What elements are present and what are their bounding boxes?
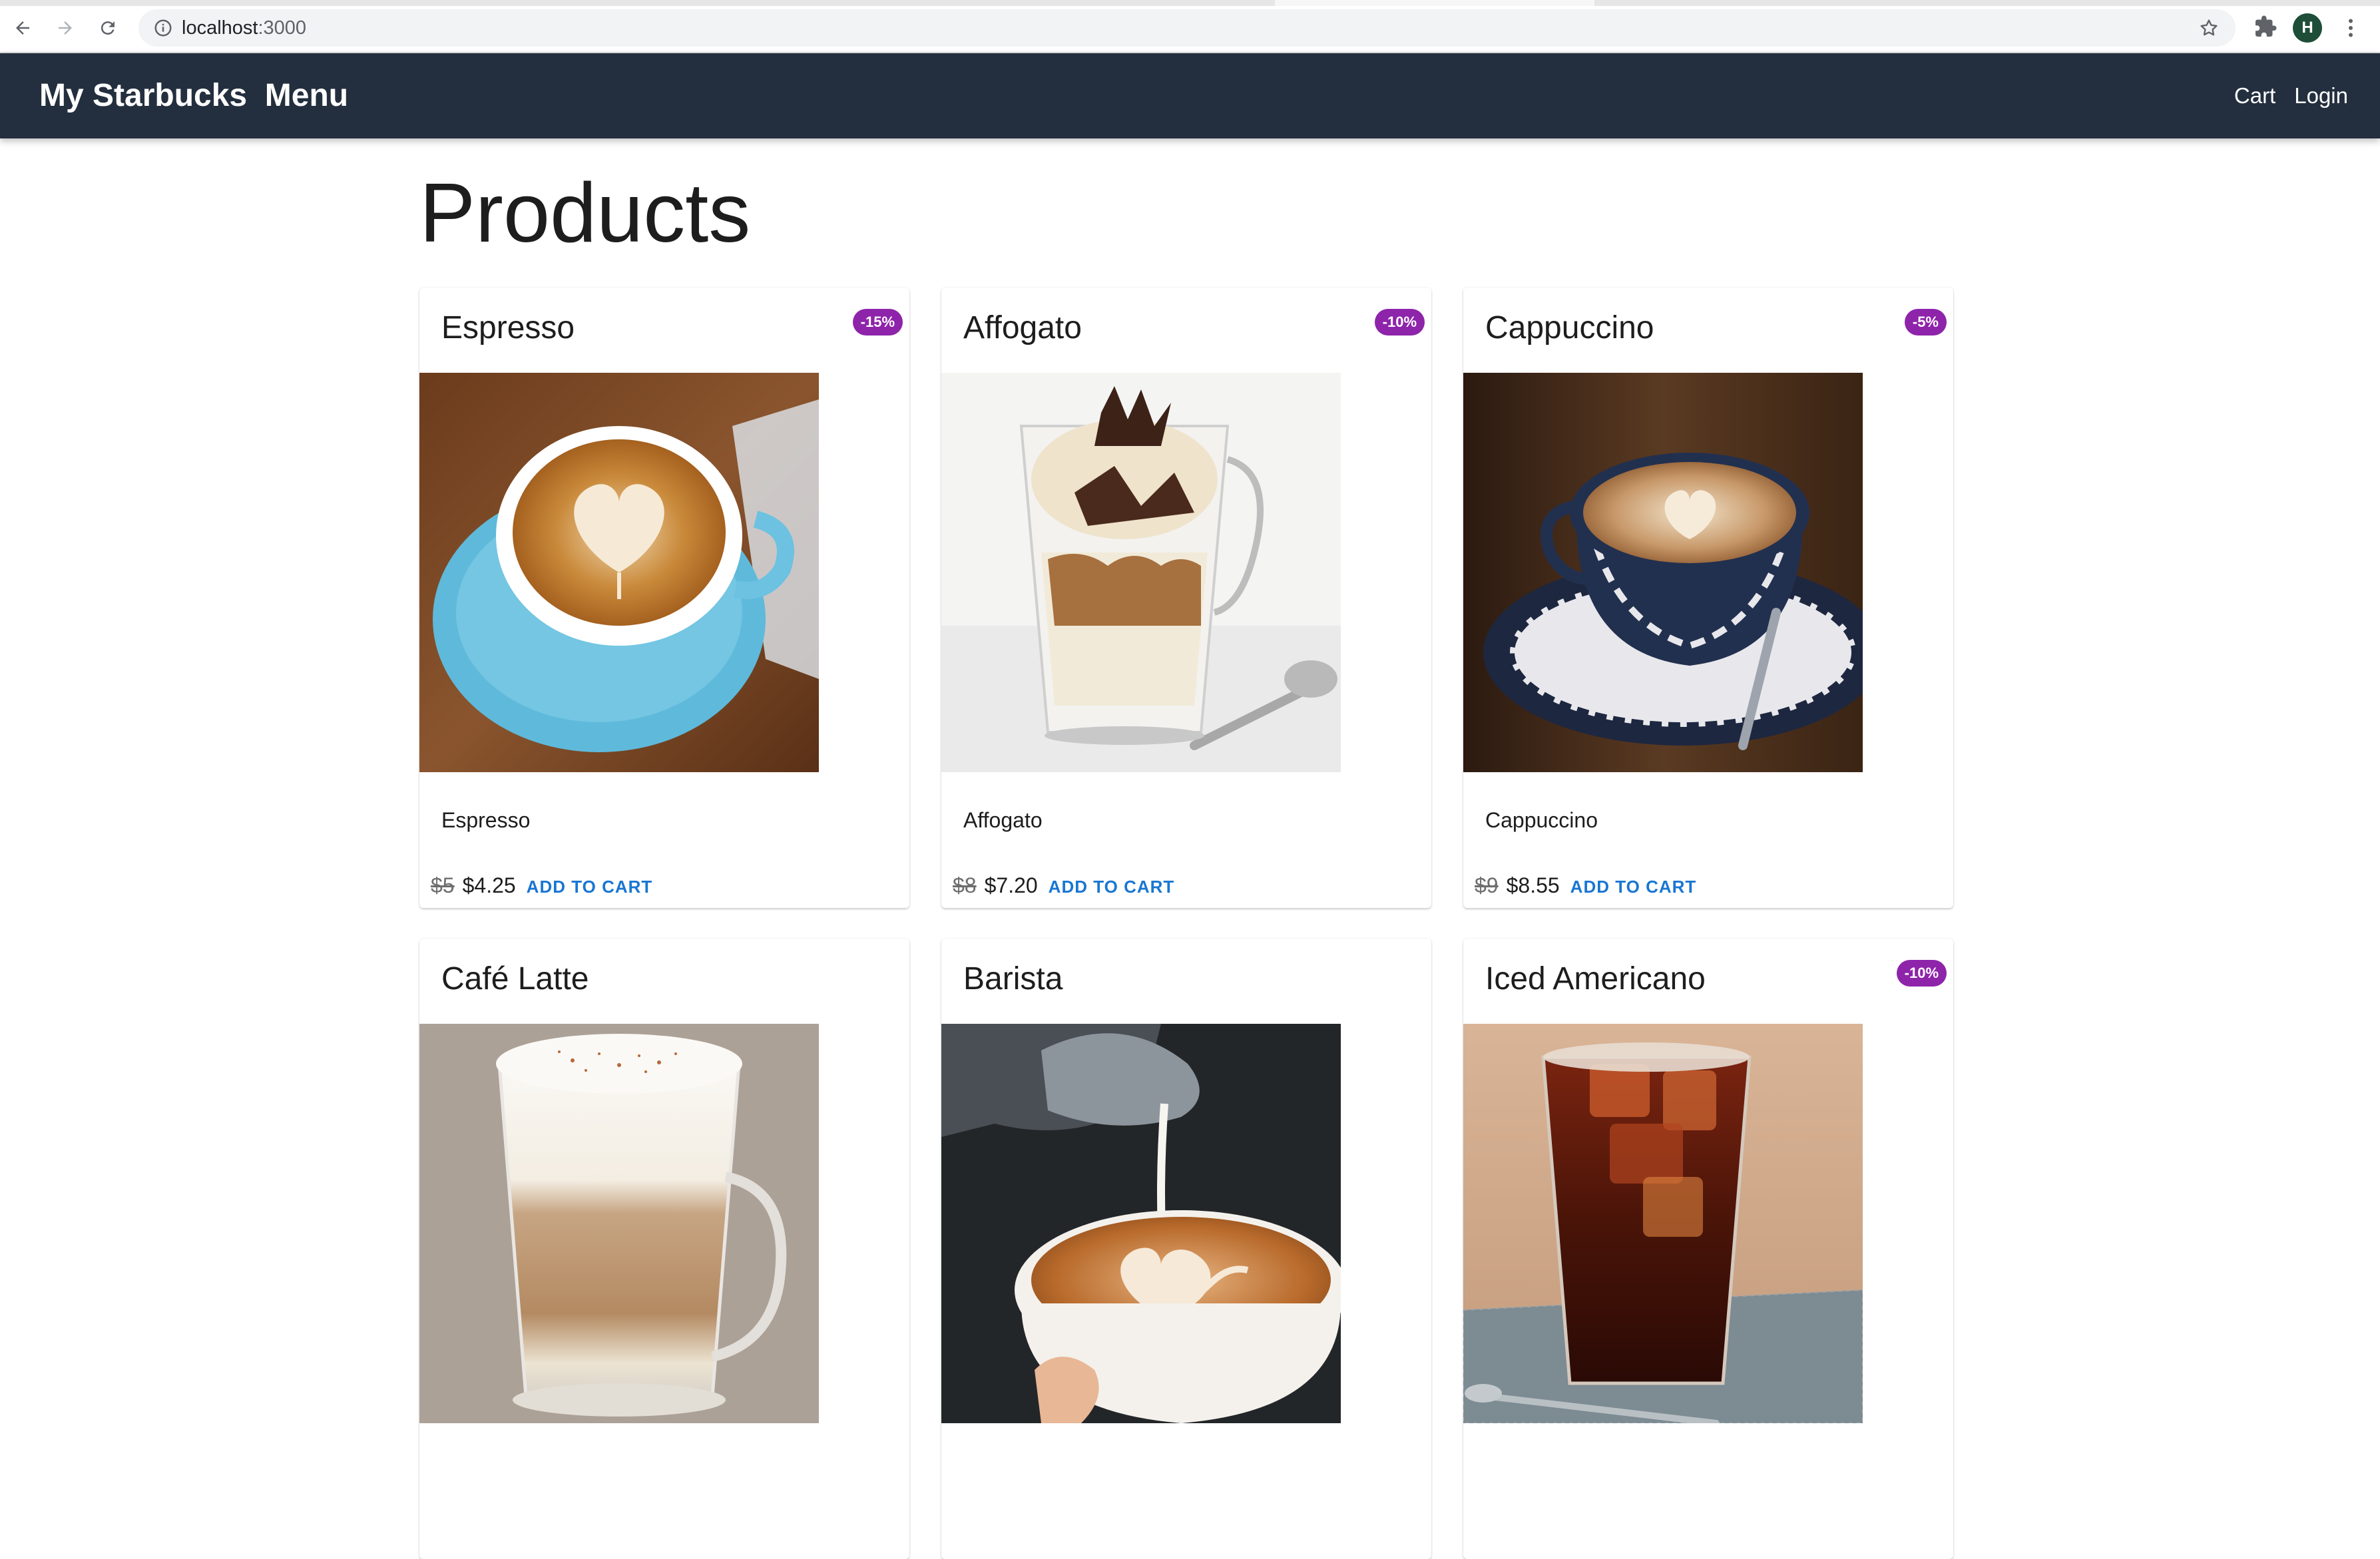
product-card: Café Latte xyxy=(419,939,909,1559)
product-title: Café Latte xyxy=(441,961,589,997)
product-grid: Espresso -15% Espresso $5 $4.25 ADD TO C… xyxy=(419,288,1953,1559)
arrow-left-icon xyxy=(16,21,29,35)
app-bar: My Starbucks Menu Cart Login xyxy=(0,53,2380,138)
product-title: Iced Americano xyxy=(1485,961,1706,997)
barista-image xyxy=(941,1024,1341,1423)
add-to-cart-button[interactable]: ADD TO CART xyxy=(1049,877,1175,897)
discount-badge: -10% xyxy=(1896,960,1947,987)
star-icon[interactable] xyxy=(2198,17,2220,39)
card-actions: $9 $8.55 ADD TO CART xyxy=(1475,873,1696,898)
original-price: $8 xyxy=(953,873,977,897)
product-image xyxy=(941,373,1341,772)
product-image xyxy=(1463,1024,1863,1423)
discounted-price: $8.55 xyxy=(1506,873,1560,897)
affogato-image xyxy=(941,373,1341,772)
product-description: Espresso xyxy=(441,808,531,832)
product-card: Barista xyxy=(941,939,1431,1559)
product-title: Barista xyxy=(963,961,1063,997)
espresso-image xyxy=(419,373,819,772)
forward-button[interactable] xyxy=(52,15,79,41)
cappuccino-image xyxy=(1463,373,1863,772)
address-bar[interactable]: localhost:3000 xyxy=(138,9,2236,47)
original-price: $5 xyxy=(431,873,455,897)
discount-badge: -10% xyxy=(1374,309,1425,335)
reload-icon xyxy=(101,21,115,35)
discount-badge: -5% xyxy=(1904,309,1947,335)
product-card: Iced Americano -10% xyxy=(1463,939,1953,1559)
product-image xyxy=(419,1024,819,1423)
app-title[interactable]: My Starbucks Menu xyxy=(39,77,348,114)
more-vert-icon[interactable] xyxy=(2339,15,2363,41)
top-nav: Cart Login xyxy=(2234,81,2348,111)
back-button[interactable] xyxy=(9,15,36,41)
add-to-cart-button[interactable]: ADD TO CART xyxy=(527,877,653,897)
discounted-price: $4.25 xyxy=(462,873,516,897)
profile-avatar[interactable]: H xyxy=(2293,13,2322,43)
browser-toolbar: localhost:3000 H xyxy=(0,0,2380,53)
page-title: Products xyxy=(419,166,751,260)
reload-button[interactable] xyxy=(95,15,121,41)
product-image xyxy=(1463,373,1863,772)
login-link[interactable]: Login xyxy=(2294,81,2348,111)
product-title: Cappuccino xyxy=(1485,310,1654,345)
product-card: Cappuccino -5% Cappuccino $9 $8.55 ADD T… xyxy=(1463,288,1953,908)
cart-link[interactable]: Cart xyxy=(2234,81,2275,111)
arrow-right-icon xyxy=(59,21,72,35)
discounted-price: $7.20 xyxy=(984,873,1038,897)
card-actions: $5 $4.25 ADD TO CART xyxy=(431,873,652,898)
info-icon[interactable] xyxy=(153,18,173,38)
cafe-latte-image xyxy=(419,1024,819,1423)
tab-strip xyxy=(0,0,2380,6)
product-image xyxy=(941,1024,1341,1423)
product-card: Espresso -15% Espresso $5 $4.25 ADD TO C… xyxy=(419,288,909,908)
discount-badge: -15% xyxy=(852,309,903,335)
product-title: Espresso xyxy=(441,310,575,345)
url-host: localhost xyxy=(182,17,258,39)
url-text: localhost:3000 xyxy=(182,17,306,39)
product-description: Affogato xyxy=(963,808,1043,832)
iced-americano-image xyxy=(1463,1024,1863,1423)
product-card: Affogato -10% Affogato $8 $7.20 ADD TO C… xyxy=(941,288,1431,908)
card-actions: $8 $7.20 ADD TO CART xyxy=(953,873,1174,898)
original-price: $9 xyxy=(1475,873,1499,897)
product-description: Cappuccino xyxy=(1485,808,1598,832)
url-port: :3000 xyxy=(258,17,307,39)
product-image xyxy=(419,373,819,772)
extensions-puzzle-icon[interactable] xyxy=(2254,15,2277,39)
add-to-cart-button[interactable]: ADD TO CART xyxy=(1570,877,1697,897)
product-title: Affogato xyxy=(963,310,1082,345)
